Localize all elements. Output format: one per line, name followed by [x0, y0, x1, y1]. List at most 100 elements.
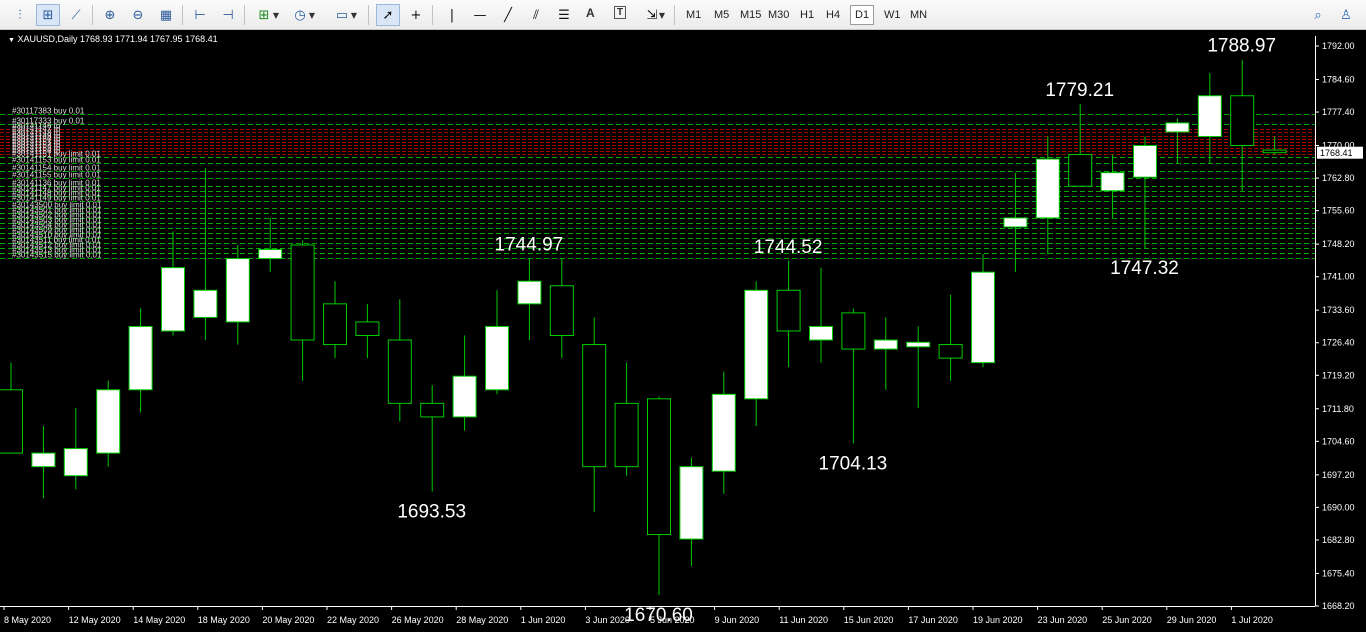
chart-menu-icon[interactable]: ▼	[8, 37, 15, 44]
timeframe-h1[interactable]: H1	[796, 5, 818, 25]
price-tick-label: 1733.60	[1322, 305, 1355, 315]
toolbar-separator	[92, 5, 93, 25]
price-annotation: 1693.53	[397, 501, 466, 522]
price-annotation: 1779.21	[1045, 80, 1114, 101]
candle-body	[647, 398, 671, 536]
candle-body	[452, 375, 477, 418]
candle-body	[128, 325, 153, 391]
price-tick-label: 1726.40	[1322, 338, 1355, 348]
line-chart-icon[interactable]: ⟋	[64, 4, 88, 26]
price-tick-label: 1755.60	[1322, 206, 1355, 216]
price-tick-label: 1697.20	[1322, 470, 1355, 480]
chart-shift-icon[interactable]: ⊣	[216, 4, 240, 26]
toolbar-separator	[244, 5, 245, 25]
time-tick-label: 19 Jun 2020	[973, 615, 1023, 625]
price-tick-label: 1690.00	[1322, 502, 1355, 512]
price-tick-label: 1704.60	[1322, 436, 1355, 446]
price-tick-label: 1682.80	[1322, 535, 1355, 545]
candle-body	[517, 280, 542, 305]
vertical-line-icon[interactable]: |	[440, 4, 464, 26]
time-tick-label: 15 Jun 2020	[844, 615, 894, 625]
bar-chart-icon[interactable]: ⫶	[8, 4, 32, 26]
chevron-down-icon[interactable]: ▼	[348, 4, 360, 26]
price-annotation: 1744.97	[495, 235, 564, 256]
candle-body	[873, 339, 898, 350]
candle-body	[938, 344, 963, 359]
price-chart[interactable]: #30117383 buy 0.01 #30117333 buy 0.01 #301…	[0, 30, 1366, 632]
timeframe-d1[interactable]: D1	[850, 5, 875, 25]
crosshair-icon[interactable]: +	[404, 4, 428, 26]
timeframe-m5[interactable]: M5	[710, 5, 733, 25]
symbol-ohlc: XAUUSD,Daily 1768.93 1771.94 1767.95 176…	[17, 34, 218, 44]
candle-body	[1133, 145, 1157, 178]
timeframe-m30[interactable]: M30	[764, 5, 793, 25]
timeframe-m1[interactable]: M1	[682, 5, 705, 25]
text-tool-icon[interactable]: A	[586, 6, 595, 20]
time-tick-label: 11 Jun 2020	[779, 615, 828, 625]
time-tick-label: 25 Jun 2020	[1102, 615, 1152, 625]
chevron-down-icon[interactable]: ▼	[270, 4, 282, 26]
timeframe-m15[interactable]: M15	[736, 5, 765, 25]
candle-body	[582, 344, 607, 468]
timeframe-h4[interactable]: H4	[822, 5, 844, 25]
candle-body	[225, 258, 250, 323]
fibonacci-icon[interactable]: ☰	[552, 4, 576, 26]
price-tick-label: 1748.20	[1322, 239, 1355, 249]
candle-body	[1003, 217, 1028, 228]
price-tick-label: 1719.20	[1322, 370, 1355, 380]
candle-body	[193, 289, 218, 318]
candle-body	[63, 448, 88, 477]
chevron-down-icon[interactable]: ▼	[306, 4, 318, 26]
candle-body	[1262, 149, 1287, 154]
timeframe-mn[interactable]: MN	[906, 5, 931, 25]
candle-body	[809, 325, 833, 341]
timeframe-w1[interactable]: W1	[880, 5, 905, 25]
candle-body	[1197, 95, 1222, 137]
time-tick-label: 26 May 2020	[392, 615, 444, 625]
time-tick-label: 17 Jun 2020	[908, 615, 958, 625]
candle-body	[776, 289, 801, 332]
candle-body	[485, 325, 509, 391]
candle-body	[1100, 172, 1125, 192]
trendline-icon[interactable]: ╱	[496, 4, 520, 26]
zoom-in-icon[interactable]: ⊕	[98, 4, 122, 26]
price-tick-label: 1711.80	[1322, 404, 1354, 414]
chevron-down-icon[interactable]: ▼	[656, 4, 668, 26]
account-icon[interactable]: ♙	[1334, 4, 1358, 26]
toolbar-separator	[368, 5, 369, 25]
candle-body	[1035, 158, 1060, 219]
autoscroll-icon[interactable]: ⊢	[188, 4, 212, 26]
candle-body	[711, 393, 736, 472]
price-annotation: 1747.32	[1110, 258, 1179, 279]
price-tick-label: 1777.40	[1322, 107, 1355, 117]
candle-body	[614, 402, 639, 468]
symbol-info: ▼ XAUUSD,Daily 1768.93 1771.94 1767.95 1…	[8, 34, 218, 44]
search-icon[interactable]: ⌕	[1306, 4, 1330, 26]
candle-body	[1165, 122, 1190, 133]
price-tick-label: 1741.00	[1322, 272, 1355, 282]
text-label-tool-icon[interactable]: T	[614, 6, 627, 19]
cursor-icon[interactable]: ➚	[376, 4, 400, 26]
time-tick-label: 9 Jun 2020	[715, 615, 760, 625]
candle-body	[841, 312, 866, 350]
price-tick-label: 1784.60	[1322, 74, 1355, 84]
candle-body	[420, 402, 445, 418]
price-annotation: 1744.52	[754, 237, 823, 258]
candle-body	[355, 321, 380, 336]
current-price-label: 1768.41	[1320, 148, 1353, 158]
time-tick-label: 12 May 2020	[69, 615, 121, 625]
time-tick-label: 1 Jun 2020	[521, 615, 566, 625]
horizontal-line-icon[interactable]: —	[468, 4, 492, 26]
toolbar: ⫶ ⊞ ⟋ ⊕ ⊖ ▦ ⊢ ⊣ ⊞ ▼ ◷ ▼ ▭ ▼ ➚ + | — ╱ ⫽ …	[0, 0, 1366, 30]
candlestick-chart: #30117383 buy 0.01#30117333 buy 0.01#301…	[0, 36, 1363, 626]
price-tick-label: 1668.20	[1322, 601, 1355, 611]
order-line-label: #30117383 buy 0.01	[12, 107, 85, 116]
price-tick-label: 1675.40	[1322, 568, 1355, 578]
price-tick-label: 1792.00	[1322, 41, 1355, 51]
equidistant-channel-icon[interactable]: ⫽	[524, 4, 548, 26]
candle-body	[679, 466, 704, 540]
zoom-out-icon[interactable]: ⊖	[126, 4, 150, 26]
tile-windows-icon[interactable]: ▦	[154, 4, 178, 26]
candle-body	[323, 303, 347, 346]
candlestick-chart-icon[interactable]: ⊞	[36, 4, 60, 26]
